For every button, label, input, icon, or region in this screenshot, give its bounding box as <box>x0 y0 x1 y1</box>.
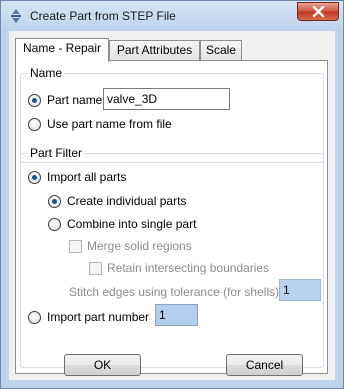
close-icon <box>312 6 325 18</box>
combine-single-radio[interactable] <box>48 218 61 231</box>
ok-button[interactable]: OK <box>64 354 141 376</box>
use-file-name-label: Use part name from file <box>47 117 172 131</box>
tab-page-name-repair: Name Part name valve_3D Use part name fr… <box>15 60 328 374</box>
part-name-input[interactable]: valve_3D <box>103 88 230 110</box>
tab-name-repair[interactable]: Name - Repair <box>15 38 109 62</box>
part-name-label: Part name <box>47 93 103 107</box>
name-group-title: Name <box>28 66 65 80</box>
stitch-tolerance-input[interactable]: 1 <box>279 279 321 301</box>
retain-boundaries-label: Retain intersecting boundaries <box>107 261 270 275</box>
app-icon <box>11 9 21 23</box>
window-title: Create Part from STEP File <box>30 9 176 23</box>
merge-solid-label: Merge solid regions <box>87 239 192 253</box>
cancel-button[interactable]: Cancel <box>226 354 303 376</box>
title-bar[interactable]: Create Part from STEP File <box>1 1 343 31</box>
tab-part-attributes[interactable]: Part Attributes <box>109 40 200 61</box>
import-part-number-label: Import part number <box>47 310 150 324</box>
import-all-radio[interactable] <box>28 171 41 184</box>
dialog-window: Create Part from STEP File Name - Repair… <box>0 0 344 389</box>
part-number-input[interactable]: 1 <box>155 304 198 326</box>
stitch-edges-label: Stitch edges using tolerance (for shells… <box>69 285 280 299</box>
part-filter-title: Part Filter <box>28 146 85 160</box>
use-file-name-radio[interactable] <box>28 118 41 131</box>
dialog-client: Name - Repair Part Attributes Scale Name… <box>9 31 335 380</box>
create-individual-radio[interactable] <box>48 195 61 208</box>
create-individual-label: Create individual parts <box>67 194 187 208</box>
retain-boundaries-checkbox[interactable] <box>89 262 102 275</box>
merge-solid-checkbox[interactable] <box>69 240 82 253</box>
import-part-number-radio[interactable] <box>28 311 41 324</box>
close-button[interactable] <box>297 2 339 21</box>
tab-scale[interactable]: Scale <box>200 40 242 61</box>
import-all-label: Import all parts <box>47 170 127 184</box>
combine-single-label: Combine into single part <box>67 217 197 231</box>
part-name-radio[interactable] <box>28 94 41 107</box>
